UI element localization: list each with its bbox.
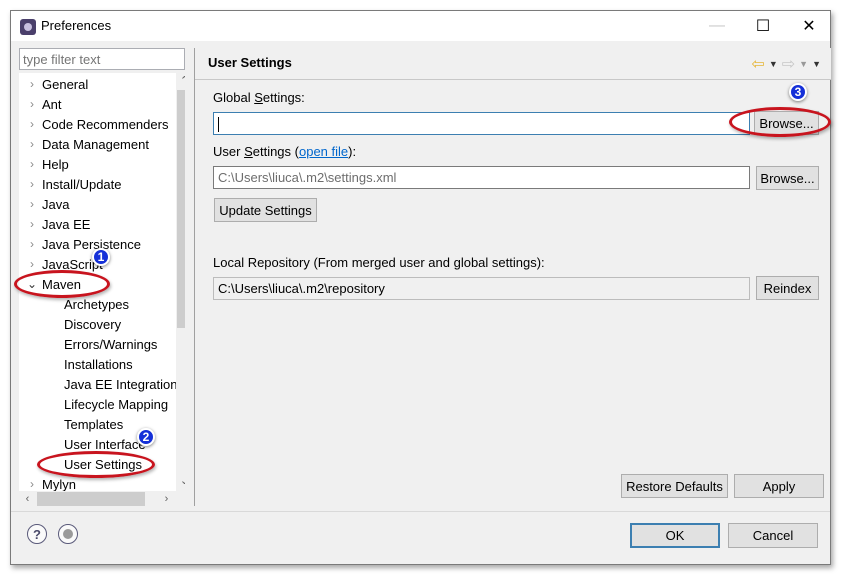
user-browse-button[interactable]: Browse... xyxy=(756,166,819,190)
tree-item-label: Java EE Integration xyxy=(64,376,178,392)
pane-divider[interactable] xyxy=(194,48,195,506)
tree-item-label: Java Persistence xyxy=(42,236,141,252)
chevron-right-icon[interactable]: › xyxy=(22,117,42,131)
close-button[interactable]: ✕ xyxy=(786,11,832,41)
user-settings-label: User Settings (open file): xyxy=(213,144,357,159)
scroll-left-icon[interactable]: ‹ xyxy=(19,491,36,506)
chevron-right-icon[interactable]: › xyxy=(22,77,42,91)
tree-item-label: Mylyn xyxy=(42,476,76,492)
back-arrow-icon[interactable]: ⇦ xyxy=(751,54,764,74)
record-dot-icon xyxy=(63,529,73,539)
chevron-right-icon[interactable]: › xyxy=(22,137,42,151)
scrollbar-thumb[interactable] xyxy=(177,90,185,328)
tree-item-discovery[interactable]: Discovery xyxy=(19,314,179,334)
page-navigation: ⇦ ▼ ⇨ ▼ ▼ xyxy=(751,54,821,74)
horizontal-scrollbar[interactable]: ‹ › xyxy=(19,491,185,506)
chevron-right-icon[interactable]: › xyxy=(22,157,42,171)
text-caret xyxy=(218,117,219,133)
tree-item-label: Maven xyxy=(42,276,82,292)
page-header: User Settings ⇦ ▼ ⇨ ▼ ▼ xyxy=(195,48,831,80)
footer-divider xyxy=(11,511,830,512)
local-repository-input: C:\Users\liuca\.m2\repository xyxy=(213,277,750,300)
chevron-right-icon[interactable]: › xyxy=(22,197,42,211)
tree-item-templates[interactable]: Templates xyxy=(19,414,179,434)
tree-item-java[interactable]: › Java xyxy=(19,194,179,214)
forward-dropdown-icon[interactable]: ▼ xyxy=(799,59,808,69)
tree-item-label: Templates xyxy=(64,416,124,432)
tree-item-label: Installations xyxy=(64,356,133,372)
tree-item-label: General xyxy=(42,76,89,92)
tree-item-ant[interactable]: › Ant xyxy=(19,94,179,114)
ok-button[interactable]: OK xyxy=(630,523,720,548)
global-settings-label: Global Settings: xyxy=(213,90,305,105)
tree-item-maven[interactable]: ⌄ Maven xyxy=(19,274,179,294)
tree-item-label: Java EE xyxy=(42,216,91,232)
chevron-right-icon[interactable]: › xyxy=(22,237,42,251)
reindex-button[interactable]: Reindex xyxy=(756,276,819,300)
import-export-icon[interactable] xyxy=(58,524,78,544)
tree-item-java-ee[interactable]: › Java EE xyxy=(19,214,179,234)
tree-item-label: Errors/Warnings xyxy=(64,336,158,352)
annotation-badge-3: 3 xyxy=(789,83,807,101)
tree-item-label: Data Management xyxy=(42,136,149,152)
cancel-button[interactable]: Cancel xyxy=(728,523,818,548)
tree-item-java-ee-integration[interactable]: Java EE Integration xyxy=(19,374,179,394)
tree-item-lifecycle-mapping[interactable]: Lifecycle Mapping xyxy=(19,394,179,414)
tree-item-label: Archetypes xyxy=(64,296,130,312)
back-dropdown-icon[interactable]: ▼ xyxy=(769,59,778,69)
tree-item-label: Lifecycle Mapping xyxy=(64,396,169,412)
tree-item-installations[interactable]: Installations xyxy=(19,354,179,374)
tree-item-label: Help xyxy=(42,156,69,172)
apply-button[interactable]: Apply xyxy=(734,474,824,498)
scroll-up-icon[interactable]: ⌃ xyxy=(176,73,185,90)
update-settings-button[interactable]: Update Settings xyxy=(214,198,317,222)
open-file-link[interactable]: open file xyxy=(299,144,348,159)
help-icon[interactable]: ? xyxy=(27,524,47,544)
tree-item-help[interactable]: › Help xyxy=(19,154,179,174)
tree-item-archetypes[interactable]: Archetypes xyxy=(19,294,179,314)
window-title: Preferences xyxy=(41,18,112,33)
chevron-right-icon[interactable]: › xyxy=(22,257,42,271)
tree-item-label: Java xyxy=(42,196,70,212)
user-settings-input[interactable]: C:\Users\liuca\.m2\settings.xml xyxy=(213,166,750,189)
minimize-button[interactable]: — xyxy=(694,11,740,41)
tree-item-user-interface[interactable]: User Interface xyxy=(19,434,179,454)
tree-item-label: Ant xyxy=(42,96,62,112)
forward-arrow-icon[interactable]: ⇨ xyxy=(782,54,795,74)
tree-item-data-management[interactable]: › Data Management xyxy=(19,134,179,154)
annotation-badge-2: 2 xyxy=(137,428,155,446)
chevron-right-icon[interactable]: › xyxy=(22,477,42,491)
tree-item-code-recommenders[interactable]: › Code Recommenders xyxy=(19,114,179,134)
local-repository-label: Local Repository (From merged user and g… xyxy=(213,255,545,270)
maximize-button[interactable]: ☐ xyxy=(740,11,786,41)
chevron-down-icon[interactable]: ⌄ xyxy=(22,277,42,291)
vertical-scrollbar[interactable]: ⌃ ⌄ xyxy=(176,73,185,491)
filter-input[interactable] xyxy=(19,48,185,70)
view-menu-icon[interactable]: ▼ xyxy=(812,59,821,69)
tree-item-label: User Interface xyxy=(64,436,146,452)
tree-item-label: Discovery xyxy=(64,316,122,332)
scroll-down-icon[interactable]: ⌄ xyxy=(176,473,185,490)
chevron-right-icon[interactable]: › xyxy=(22,217,42,231)
tree-item-label: User Settings xyxy=(64,456,143,472)
global-browse-button[interactable]: Browse... xyxy=(754,111,819,135)
scroll-right-icon[interactable]: › xyxy=(158,491,175,506)
preferences-tree: › General › Ant › Code Recommenders › Data Mana… xyxy=(19,73,185,506)
tree-item-errors-warnings[interactable]: Errors/Warnings xyxy=(19,334,179,354)
chevron-right-icon[interactable]: › xyxy=(22,177,42,191)
tree-item-label: Code Recommenders xyxy=(42,116,169,132)
annotation-badge-1: 1 xyxy=(92,248,110,266)
chevron-right-icon[interactable]: › xyxy=(22,97,42,111)
tree-item-install-update[interactable]: › Install/Update xyxy=(19,174,179,194)
preferences-window: Preferences — ☐ ✕ ›General›Ant›Code Reco… xyxy=(10,10,831,565)
tree-item-general[interactable]: › General xyxy=(19,74,179,94)
title-bar: Preferences — ☐ ✕ xyxy=(11,11,830,41)
eclipse-preferences-icon xyxy=(20,19,36,35)
tree-item-user-settings[interactable]: User Settings xyxy=(19,454,179,474)
page-title: User Settings xyxy=(208,55,292,70)
horizontal-scrollbar-thumb[interactable] xyxy=(37,492,145,506)
tree-item-label: Install/Update xyxy=(42,176,122,192)
global-settings-input[interactable] xyxy=(213,112,750,135)
restore-defaults-button[interactable]: Restore Defaults xyxy=(621,474,728,498)
